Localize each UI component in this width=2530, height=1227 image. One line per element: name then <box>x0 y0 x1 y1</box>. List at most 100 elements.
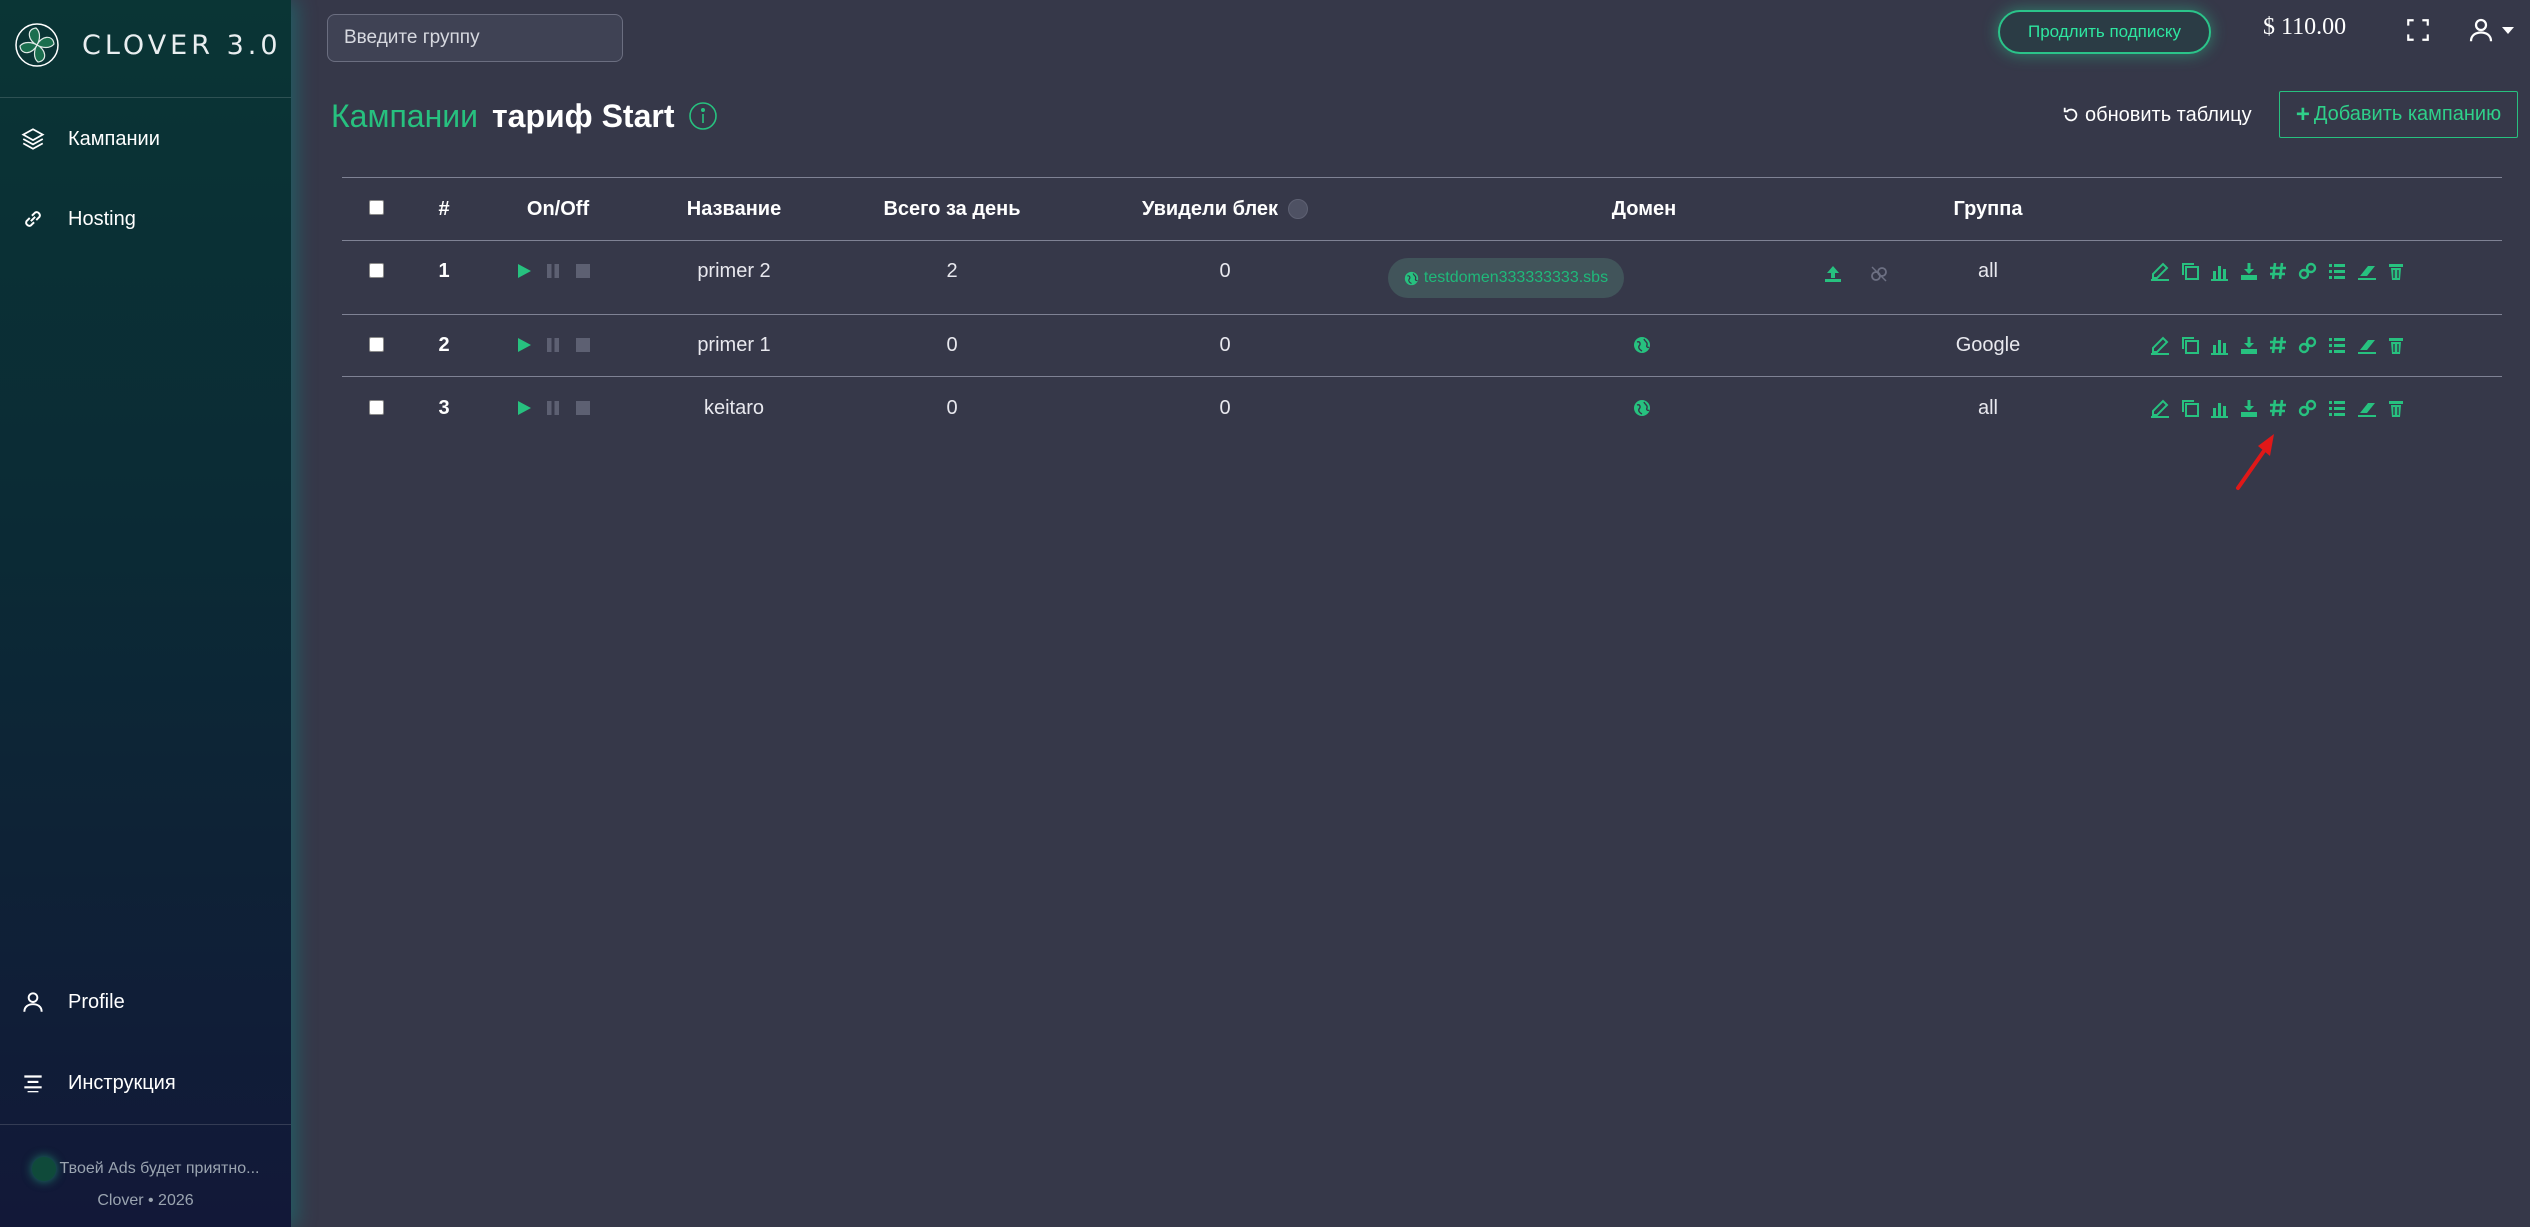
list-icon[interactable] <box>2326 397 2348 419</box>
campaign-name[interactable]: primer 2 <box>634 260 834 283</box>
sidebar-item-label: Кампании <box>68 127 160 150</box>
campaign-name[interactable]: keitaro <box>634 397 834 420</box>
annotation-arrow <box>2236 434 2274 490</box>
table-row-border <box>342 314 2502 315</box>
edit-icon[interactable] <box>2149 334 2171 356</box>
brand[interactable]: CLOVER 3.0 <box>14 22 282 68</box>
list-icon <box>24 1075 42 1093</box>
eraser-icon[interactable] <box>2356 334 2378 356</box>
layers-icon <box>21 128 45 150</box>
tariff-label: тариф Start <box>491 97 675 134</box>
user-menu-icon[interactable] <box>2466 15 2496 45</box>
info-icon[interactable] <box>688 101 718 131</box>
chain-link-icon[interactable] <box>2297 334 2319 356</box>
trash-icon[interactable] <box>2385 397 2407 419</box>
clover-badge-icon <box>31 1157 56 1181</box>
page-title: Кампании тариф Start <box>331 95 718 137</box>
row-number: 2 <box>438 334 450 356</box>
add-campaign-label: Добавить кампанию <box>2313 103 2502 125</box>
brand-name: CLOVER 3.0 <box>82 29 282 61</box>
sidebar-footer-divider <box>0 1124 291 1125</box>
sidebar-item-profile[interactable]: Profile <box>20 982 125 1022</box>
plus-icon: + <box>2295 100 2310 128</box>
table-header-border <box>342 240 2502 241</box>
sidebar-item-instructions[interactable]: Инструкция <box>20 1063 176 1103</box>
pause-icon[interactable] <box>545 400 561 416</box>
sidebar-item-campaigns[interactable]: Кампании <box>20 119 160 159</box>
edit-icon[interactable] <box>2149 260 2171 282</box>
column-header-group: Группа <box>1953 198 2023 220</box>
sidebar-item-hosting[interactable]: Hosting <box>20 199 136 239</box>
pause-icon[interactable] <box>545 263 561 279</box>
page-title-main: Кампании <box>331 97 478 134</box>
refresh-label: обновить таблицу <box>2085 103 2252 126</box>
upload-icon[interactable] <box>1823 264 1843 284</box>
total-per-day: 0 <box>946 334 958 356</box>
edit-icon[interactable] <box>2149 397 2171 419</box>
domain-pill[interactable]: testdomen333333333.sbs <box>1388 258 1624 298</box>
eraser-icon[interactable] <box>2356 397 2378 419</box>
download-icon[interactable] <box>2238 260 2260 282</box>
fullscreen-icon[interactable] <box>2405 17 2431 43</box>
sidebar-item-label: Hosting <box>68 207 136 230</box>
stop-icon[interactable] <box>575 263 591 279</box>
copy-icon[interactable] <box>2179 260 2201 282</box>
seen-count: 0 <box>1219 260 1231 282</box>
group-name: Google <box>1955 334 2021 356</box>
row-number: 3 <box>438 397 450 419</box>
list-icon[interactable] <box>2326 260 2348 282</box>
sidebar-item-label: Profile <box>68 990 125 1013</box>
download-icon[interactable] <box>2238 334 2260 356</box>
sidebar: CLOVER 3.0 Кампании Hosting Profile Инст… <box>0 0 291 1227</box>
row-checkbox[interactable] <box>369 400 384 415</box>
renew-subscription-button[interactable]: Продлить подписку <box>1998 10 2211 54</box>
column-header-domain: Домен <box>1611 198 1677 220</box>
trash-icon[interactable] <box>2385 260 2407 282</box>
clover-logo-icon <box>15 23 59 67</box>
domain-text: testdomen333333333.sbs <box>1423 269 1609 286</box>
row-checkbox[interactable] <box>369 337 384 352</box>
group-search-input[interactable] <box>327 14 623 62</box>
row-checkbox[interactable] <box>369 263 384 278</box>
bar-chart-icon[interactable] <box>2208 334 2230 356</box>
pause-icon[interactable] <box>545 337 561 353</box>
download-icon[interactable] <box>2238 397 2260 419</box>
add-campaign-button[interactable]: + Добавить кампанию <box>2279 91 2518 138</box>
tagline-text: Твоей Ads будет приятно... <box>59 1160 260 1178</box>
column-header-total: Всего за день <box>883 198 1021 220</box>
refresh-table-button[interactable]: обновить таблицу <box>2062 100 2252 130</box>
chain-link-icon[interactable] <box>2297 260 2319 282</box>
group-name: all <box>1977 260 1998 282</box>
hashtag-icon[interactable] <box>2267 260 2289 282</box>
bar-chart-icon[interactable] <box>2208 260 2230 282</box>
stop-icon[interactable] <box>575 400 591 416</box>
select-all-checkbox[interactable] <box>369 200 384 215</box>
table-row-border <box>342 376 2502 377</box>
seen-count: 0 <box>1219 397 1231 419</box>
eraser-icon[interactable] <box>2356 260 2378 282</box>
sidebar-item-label: Инструкция <box>68 1071 176 1094</box>
list-icon[interactable] <box>2326 334 2348 356</box>
unlink-icon[interactable] <box>1869 264 1889 284</box>
chain-link-icon[interactable] <box>2297 397 2319 419</box>
play-icon[interactable] <box>516 337 532 353</box>
play-icon[interactable] <box>516 263 532 279</box>
group-name: all <box>1977 397 1998 419</box>
campaign-name[interactable]: primer 1 <box>634 334 834 357</box>
globe-icon[interactable] <box>1633 336 1651 354</box>
bar-chart-icon[interactable] <box>2208 397 2230 419</box>
seen-toggle[interactable] <box>1288 199 1308 219</box>
hashtag-icon[interactable] <box>2267 334 2289 356</box>
user-icon <box>23 992 43 1012</box>
play-icon[interactable] <box>516 400 532 416</box>
copy-icon[interactable] <box>2179 334 2201 356</box>
brand-divider <box>0 97 291 98</box>
chevron-down-icon[interactable] <box>2502 27 2514 35</box>
globe-icon[interactable] <box>1633 399 1651 417</box>
trash-icon[interactable] <box>2385 334 2407 356</box>
total-per-day: 2 <box>946 260 958 282</box>
hashtag-icon[interactable] <box>2267 397 2289 419</box>
copy-icon[interactable] <box>2179 397 2201 419</box>
row-number: 1 <box>438 260 450 282</box>
stop-icon[interactable] <box>575 337 591 353</box>
